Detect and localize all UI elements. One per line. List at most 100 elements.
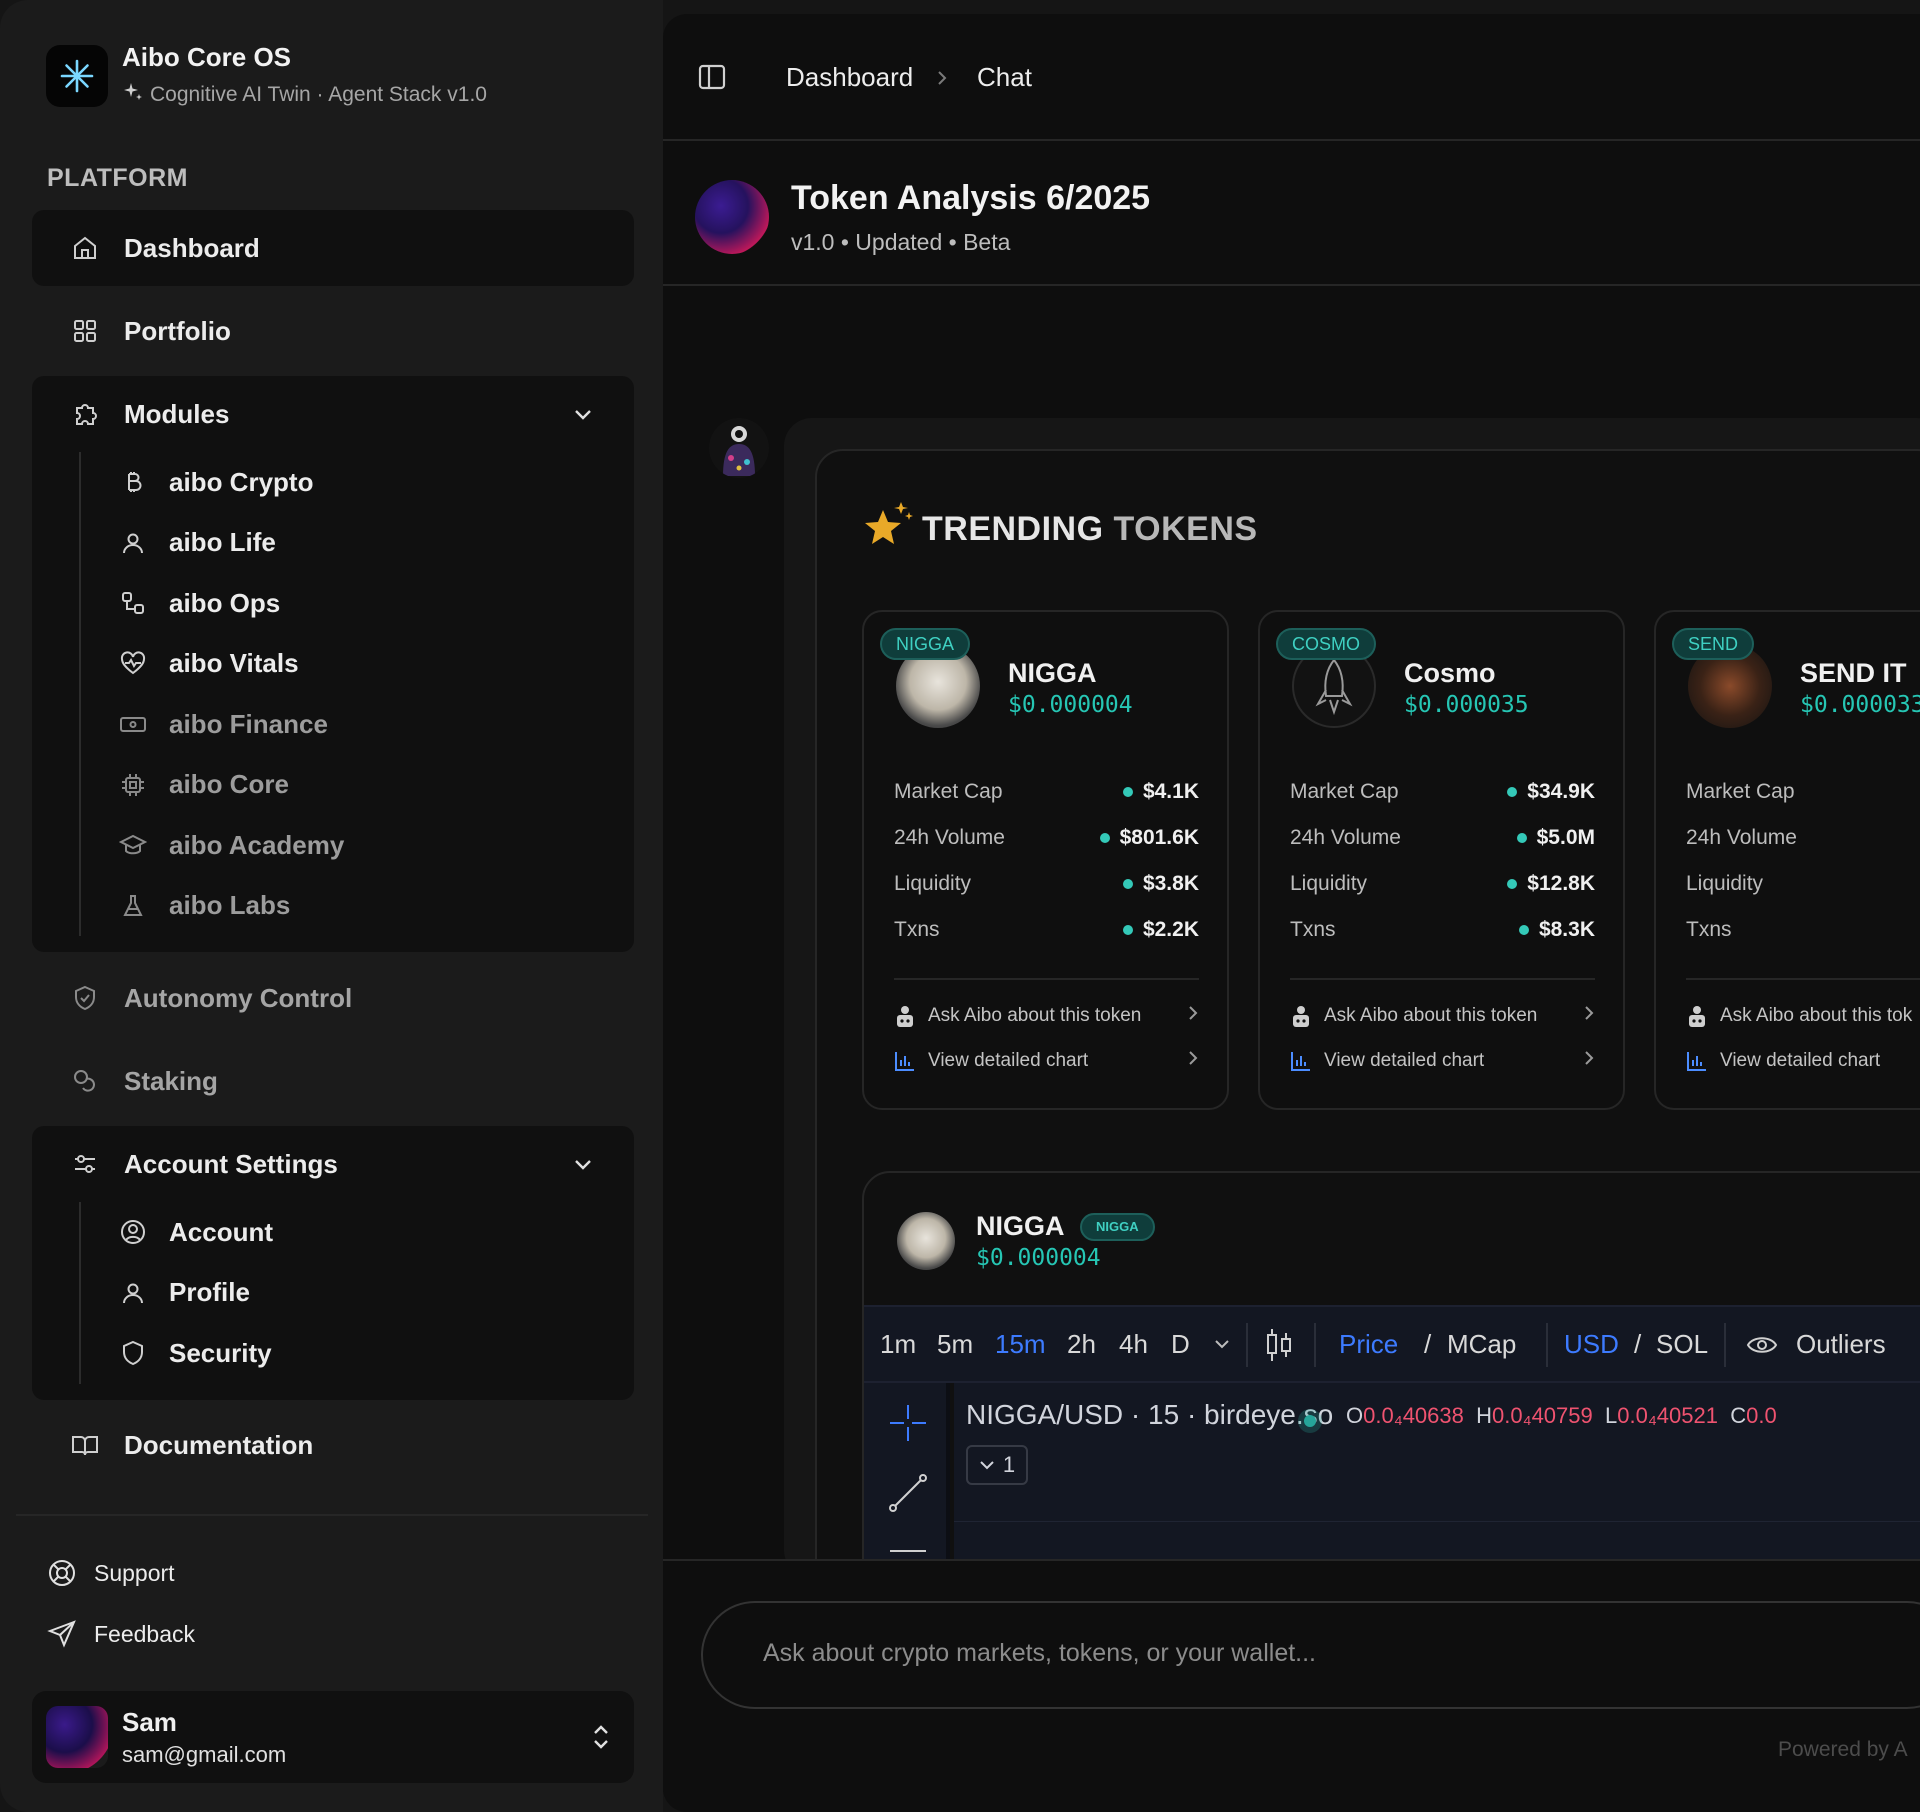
star-icon bbox=[861, 498, 917, 559]
avatar bbox=[46, 1706, 108, 1768]
token-price: $0.000004 bbox=[976, 1245, 1101, 1271]
modules-label: Modules bbox=[124, 398, 230, 429]
cpu-icon bbox=[119, 771, 147, 799]
ask-aibo-link[interactable]: Ask Aibo about this token bbox=[1290, 1004, 1595, 1028]
chat-input[interactable] bbox=[763, 1639, 1763, 1668]
sidebar-item-aibo-academy[interactable]: aibo Academy bbox=[119, 815, 634, 876]
sub-item-label: aibo Academy bbox=[169, 829, 345, 860]
brand[interactable]: Aibo Core OS Cognitive AI Twin · Agent S… bbox=[46, 42, 487, 109]
page-title: Token Analysis 6/2025 bbox=[791, 179, 1151, 217]
candlestick-icon[interactable] bbox=[1264, 1325, 1294, 1370]
slash: / bbox=[1424, 1329, 1432, 1359]
mcap-toggle[interactable]: MCap bbox=[1447, 1329, 1516, 1360]
sidebar-item-staking[interactable]: Staking bbox=[32, 1043, 634, 1119]
sub-item-label: aibo Crypto bbox=[169, 466, 314, 497]
stat-row: Liquidity $12.8K bbox=[1290, 872, 1595, 895]
bar-chart-icon bbox=[1290, 1050, 1314, 1072]
stat-row: Txns $8.3K bbox=[1290, 918, 1595, 941]
interval-1m[interactable]: 1m bbox=[880, 1329, 916, 1360]
sidebar-item-label: Portfolio bbox=[124, 315, 231, 346]
toolbar-divider bbox=[1314, 1323, 1316, 1367]
breadcrumb-dashboard[interactable]: Dashboard bbox=[786, 62, 913, 93]
account-settings-toggle[interactable]: Account Settings bbox=[32, 1126, 634, 1202]
support-link[interactable]: Support bbox=[46, 1557, 175, 1589]
usd-toggle[interactable]: USD bbox=[1564, 1329, 1619, 1360]
interval-15m[interactable]: 15m bbox=[995, 1329, 1046, 1360]
grid-line bbox=[954, 1521, 1920, 1522]
main-panel: Dashboard Chat Token Analysis 6/2025 v1.… bbox=[663, 14, 1920, 1812]
slash: / bbox=[1634, 1329, 1642, 1359]
user-name: Sam bbox=[122, 1706, 177, 1737]
sidebar-toggle-icon[interactable] bbox=[697, 62, 727, 97]
sidebar-item-account[interactable]: Account bbox=[119, 1202, 634, 1263]
sliders-icon bbox=[70, 1149, 100, 1179]
view-chart-link[interactable]: View detailed chart bbox=[1686, 1050, 1920, 1072]
bar-chart-icon bbox=[894, 1050, 918, 1072]
account-settings-list: Account Profile Security bbox=[79, 1202, 634, 1384]
sidebar-item-portfolio[interactable]: Portfolio bbox=[32, 293, 634, 369]
sidebar-item-label: Autonomy Control bbox=[124, 982, 353, 1013]
chevron-right-icon bbox=[1583, 1049, 1595, 1073]
sidebar-item-aibo-life[interactable]: aibo Life bbox=[119, 513, 634, 574]
trend-line-icon[interactable] bbox=[888, 1473, 928, 1518]
sidebar-divider bbox=[16, 1514, 648, 1516]
sidebar-item-aibo-finance[interactable]: aibo Finance bbox=[119, 694, 634, 755]
send-icon bbox=[46, 1618, 78, 1650]
user-email: sam@gmail.com bbox=[122, 1741, 287, 1767]
view-chart-link[interactable]: View detailed chart bbox=[894, 1050, 1199, 1072]
account-settings-label: Account Settings bbox=[124, 1148, 338, 1179]
sidebar-item-documentation[interactable]: Documentation bbox=[32, 1407, 634, 1483]
bar-chart-icon bbox=[1686, 1050, 1710, 1072]
sidebar-item-aibo-vitals[interactable]: aibo Vitals bbox=[119, 634, 634, 695]
sol-toggle[interactable]: SOL bbox=[1656, 1329, 1708, 1360]
chevron-down-icon bbox=[572, 1152, 594, 1183]
sidebar-item-autonomy-control[interactable]: Autonomy Control bbox=[32, 960, 634, 1036]
sidebar-item-aibo-labs[interactable]: aibo Labs bbox=[119, 876, 634, 937]
sidebar-item-aibo-core[interactable]: aibo Core bbox=[119, 755, 634, 816]
sub-item-label: aibo Labs bbox=[169, 890, 291, 921]
section-label-platform: PLATFORM bbox=[47, 164, 189, 192]
ohlc-readout: O0.0₄40638 H0.0₄40759 L0.0₄40521 C0.0 bbox=[1346, 1403, 1777, 1428]
token-card-send-it: SEND SEND IT $0.000033 Market Cap 24h Vo… bbox=[1654, 610, 1920, 1110]
interval-2h[interactable]: 2h bbox=[1067, 1329, 1096, 1360]
token-name: Cosmo bbox=[1404, 658, 1496, 688]
indicators-collapse-button[interactable]: 1 bbox=[966, 1445, 1028, 1485]
sub-item-label: Security bbox=[169, 1337, 272, 1368]
feedback-label: Feedback bbox=[94, 1620, 196, 1647]
sidebar-item-aibo-ops[interactable]: aibo Ops bbox=[119, 573, 634, 634]
interval-d[interactable]: D bbox=[1171, 1329, 1190, 1360]
chevron-down-icon[interactable] bbox=[1213, 1337, 1231, 1356]
price-toggle[interactable]: Price bbox=[1339, 1329, 1398, 1360]
stat-row: Txns bbox=[1686, 918, 1732, 941]
feedback-link[interactable]: Feedback bbox=[46, 1618, 195, 1650]
sidebar-item-security[interactable]: Security bbox=[119, 1323, 634, 1384]
stat-row: Liquidity $3.8K bbox=[894, 872, 1199, 895]
sub-item-label: aibo Core bbox=[169, 769, 289, 800]
token-card-nigga: NIGGA NIGGA $0.000004 Market Cap $4.1K 24… bbox=[862, 610, 1229, 1110]
crosshair-icon[interactable] bbox=[888, 1403, 928, 1448]
robot-icon bbox=[1290, 1004, 1314, 1028]
sidebar-item-profile[interactable]: Profile bbox=[119, 1263, 634, 1324]
interval-4h[interactable]: 4h bbox=[1119, 1329, 1148, 1360]
sub-item-label: aibo Finance bbox=[169, 708, 328, 739]
modules-toggle[interactable]: Modules bbox=[32, 376, 634, 452]
ask-aibo-link[interactable]: Ask Aibo about this token bbox=[894, 1004, 1199, 1028]
page-meta: v1.0 • Updated • Beta bbox=[791, 229, 1011, 255]
interval-5m[interactable]: 5m bbox=[937, 1329, 973, 1360]
sidebar: Aibo Core OS Cognitive AI Twin · Agent S… bbox=[0, 0, 663, 1812]
ask-aibo-link[interactable]: Ask Aibo about this tok bbox=[1686, 1004, 1920, 1028]
heart-pulse-icon bbox=[119, 650, 147, 678]
outliers-toggle[interactable]: Outliers bbox=[1796, 1329, 1886, 1360]
sub-item-label: aibo Vitals bbox=[169, 648, 299, 679]
puzzle-icon bbox=[70, 399, 100, 429]
toolbar-divider bbox=[1246, 1323, 1248, 1367]
stat-row: 24h Volume $5.0M bbox=[1290, 826, 1595, 849]
view-chart-link[interactable]: View detailed chart bbox=[1290, 1050, 1595, 1072]
home-icon bbox=[70, 233, 100, 263]
sidebar-item-dashboard[interactable]: Dashboard bbox=[32, 210, 634, 286]
graduation-cap-icon bbox=[119, 831, 147, 859]
sidebar-item-aibo-crypto[interactable]: aibo Crypto bbox=[119, 452, 634, 513]
robot-icon bbox=[1686, 1004, 1710, 1028]
eye-icon[interactable] bbox=[1746, 1331, 1778, 1364]
user-menu[interactable]: Sam sam@gmail.com bbox=[32, 1691, 634, 1783]
